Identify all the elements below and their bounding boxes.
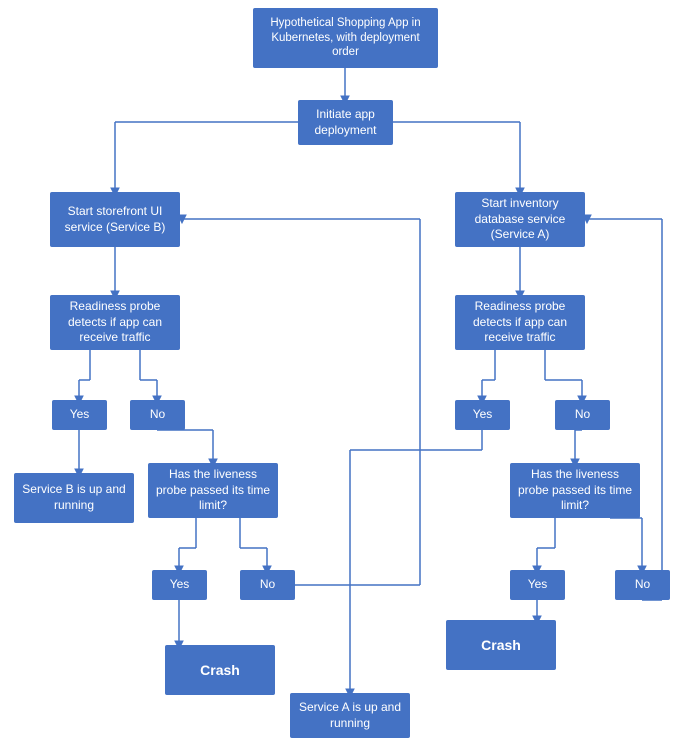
readiness-a-box: Readiness probe detects if app can recei… — [455, 295, 585, 350]
service-a-up-box: Service A is up and running — [290, 693, 410, 738]
yes-b-box: Yes — [52, 400, 107, 430]
no-a-box: No — [555, 400, 610, 430]
liveness-b-box: Has the liveness probe passed its time l… — [148, 463, 278, 518]
no-b-box: No — [130, 400, 185, 430]
top-box: Hypothetical Shopping App in Kubernetes,… — [253, 8, 438, 68]
service-a-box: Start inventory database service (Servic… — [455, 192, 585, 247]
yes-bl-box: Yes — [152, 570, 207, 600]
initiate-box: Initiate app deployment — [298, 100, 393, 145]
yes-al-box: Yes — [510, 570, 565, 600]
yes-a-box: Yes — [455, 400, 510, 430]
readiness-b-box: Readiness probe detects if app can recei… — [50, 295, 180, 350]
no-al-box: No — [615, 570, 670, 600]
no-bl-box: No — [240, 570, 295, 600]
service-b-box: Start storefront UI service (Service B) — [50, 192, 180, 247]
service-b-up-box: Service B is up and running — [14, 473, 134, 523]
crash-b-box: Crash — [165, 645, 275, 695]
diagram: Hypothetical Shopping App in Kubernetes,… — [0, 0, 692, 745]
crash-a-box: Crash — [446, 620, 556, 670]
liveness-a-box: Has the liveness probe passed its time l… — [510, 463, 640, 518]
